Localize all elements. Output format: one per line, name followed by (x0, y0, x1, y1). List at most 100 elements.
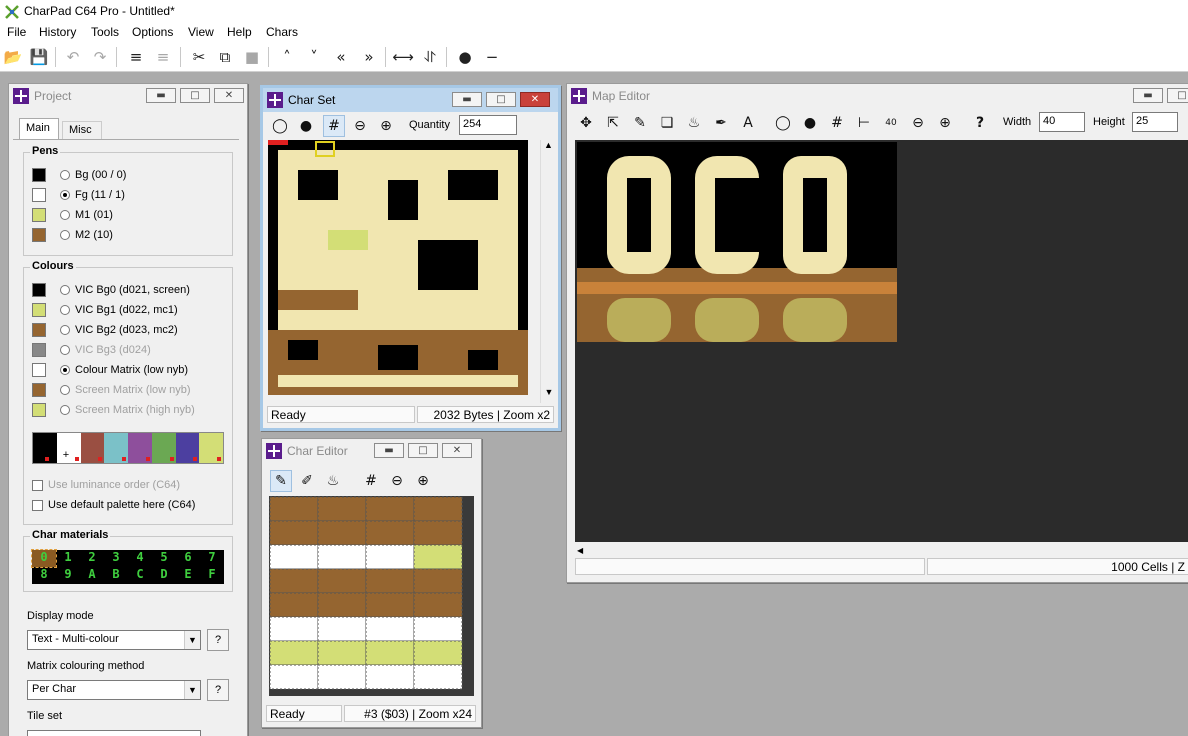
eyedropper-icon[interactable]: ✒ (710, 112, 732, 134)
material-cell[interactable]: 5 (152, 550, 176, 567)
colour-radio[interactable] (60, 325, 70, 335)
char-pixel[interactable] (317, 664, 367, 690)
char-pixel[interactable] (269, 616, 319, 642)
tab-main[interactable]: Main (19, 118, 59, 139)
material-cell[interactable]: 8 (32, 567, 56, 584)
pen-color-swatch[interactable] (32, 188, 46, 202)
pen-fg[interactable]: Fg (11 / 1) (32, 186, 125, 204)
colour-vic-bg2[interactable]: VIC Bg2 (d023, mc2) (32, 321, 178, 339)
pencil-icon[interactable]: ✎ (270, 470, 292, 492)
glasses-outline-icon[interactable]: ◯ (269, 115, 291, 137)
char-pixel[interactable] (269, 520, 319, 546)
colour-swatch[interactable] (32, 363, 46, 377)
select-icon[interactable]: ⇱ (602, 112, 624, 134)
pen-color-swatch[interactable] (32, 208, 46, 222)
material-cell[interactable]: C (128, 567, 152, 584)
palette-swatch[interactable] (128, 433, 152, 463)
material-cell[interactable]: E (176, 567, 200, 584)
menu-options[interactable]: Options (132, 25, 173, 39)
scroll-down-icon[interactable]: ˅ (303, 46, 325, 68)
menu-tools[interactable]: Tools (91, 25, 119, 39)
grid-icon[interactable]: # (360, 470, 382, 492)
char-pixel[interactable] (269, 640, 319, 666)
palette-swatch[interactable] (199, 433, 223, 463)
material-cell[interactable]: 3 (104, 550, 128, 567)
fill-bucket-icon[interactable]: ♨ (683, 112, 705, 134)
scroll-right-icon[interactable]: » (358, 46, 380, 68)
close-button[interactable]: ✕ (520, 92, 550, 107)
text-tool-icon[interactable]: A (737, 112, 759, 134)
tileset-select[interactable] (27, 730, 201, 736)
tab-misc[interactable]: Misc (62, 121, 102, 139)
pen-color-swatch[interactable] (32, 228, 46, 242)
material-cell[interactable]: F (200, 567, 224, 584)
colour-swatch[interactable] (32, 283, 46, 297)
align-dim-icon[interactable]: ≡ (152, 46, 174, 68)
redo-icon[interactable]: ↷ (89, 46, 111, 68)
scroll-up-arrow-icon[interactable]: ▲ (541, 140, 556, 156)
close-button[interactable]: ✕ (214, 88, 244, 103)
maximize-button[interactable]: □ (486, 92, 516, 107)
material-cell[interactable]: 9 (56, 567, 80, 584)
glasses-filled-icon[interactable]: ● (799, 112, 821, 134)
scroll-left-icon[interactable]: « (330, 46, 352, 68)
minimize-button[interactable]: ▬ (452, 92, 482, 107)
mirror-v-icon[interactable]: − (481, 46, 503, 68)
maximize-button[interactable]: □ (1167, 88, 1188, 103)
materials-grid[interactable]: 0 1 2 3 4 5 6 7 8 9 A B C D E F (31, 549, 224, 584)
scroll-up-icon[interactable]: ˄ (276, 46, 298, 68)
display-mode-select[interactable]: Text - Multi-colour ▼ (27, 630, 201, 650)
mirror-h-icon[interactable]: ● (454, 46, 476, 68)
char-pixel[interactable] (413, 592, 463, 618)
open-icon[interactable]: 📂 (2, 46, 24, 68)
align-icon[interactable]: ≡ (125, 46, 147, 68)
colour-vic-bg1[interactable]: VIC Bg1 (d022, mc1) (32, 301, 178, 319)
paint-icon[interactable]: ■ (241, 46, 263, 68)
map-hscrollbar[interactable]: ◀ (575, 542, 1188, 555)
pen-radio[interactable] (60, 230, 70, 240)
zoom-out-icon[interactable]: ⊖ (907, 112, 929, 134)
flip-h-icon[interactable]: ⟷ (392, 46, 414, 68)
rulers-icon[interactable]: ⊢ (853, 112, 875, 134)
char-pixel[interactable] (269, 544, 319, 570)
save-icon[interactable]: 💾 (28, 46, 50, 68)
menu-chars[interactable]: Chars (266, 25, 298, 39)
colour-radio[interactable] (60, 305, 70, 315)
char-pixel[interactable] (317, 520, 367, 546)
char-pixel[interactable] (413, 664, 463, 690)
zoom-out-icon[interactable]: ⊖ (349, 115, 371, 137)
maximize-button[interactable]: □ (408, 443, 438, 458)
scroll-left-arrow-icon[interactable]: ◀ (575, 546, 583, 555)
pen-radio[interactable] (60, 210, 70, 220)
glasses-outline-icon[interactable]: ◯ (772, 112, 794, 134)
pencil-plus-icon[interactable]: ✐ (296, 470, 318, 492)
pen-radio[interactable] (60, 190, 70, 200)
char-pixel[interactable] (317, 496, 367, 522)
char-pixel[interactable] (413, 616, 463, 642)
char-pixel[interactable] (269, 592, 319, 618)
char-pixel[interactable] (269, 568, 319, 594)
material-cell[interactable]: 6 (176, 550, 200, 567)
char-pixel[interactable] (365, 640, 415, 666)
material-cell[interactable]: 4 (128, 550, 152, 567)
move-icon[interactable]: ✥ (575, 112, 597, 134)
pen-m1[interactable]: M1 (01) (32, 206, 113, 224)
minimize-button[interactable]: ▬ (146, 88, 176, 103)
map-canvas[interactable] (575, 140, 1188, 542)
display-mode-help-button[interactable]: ? (207, 629, 229, 651)
char-pixel[interactable] (269, 664, 319, 690)
palette-swatch[interactable] (33, 433, 57, 463)
char-pixel[interactable] (365, 664, 415, 690)
palette-strip[interactable]: + (32, 432, 224, 464)
char-pixel[interactable] (317, 592, 367, 618)
palette-swatch[interactable] (104, 433, 128, 463)
menu-file[interactable]: File (7, 25, 26, 39)
zoom-out-icon[interactable]: ⊖ (386, 470, 408, 492)
zoom-in-icon[interactable]: ⊕ (934, 112, 956, 134)
colour-radio[interactable] (60, 365, 70, 375)
colour-swatch[interactable] (32, 323, 46, 337)
pen-m2[interactable]: M2 (10) (32, 226, 113, 244)
quantity-input[interactable]: 254 (459, 115, 517, 135)
char-pixel[interactable] (365, 568, 415, 594)
menu-help[interactable]: Help (227, 25, 252, 39)
